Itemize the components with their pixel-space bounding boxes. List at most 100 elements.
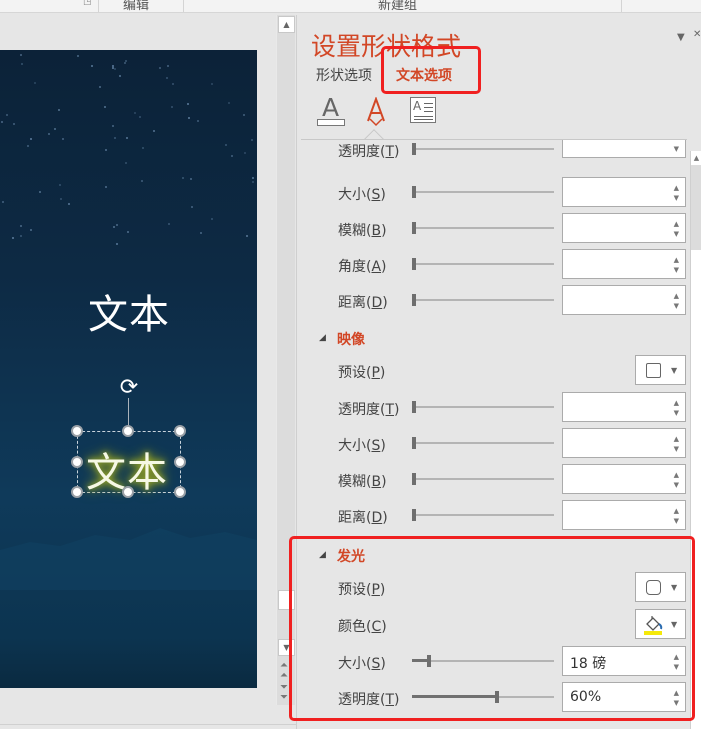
ribbon-separator [98, 0, 99, 12]
slide-canvas[interactable]: 文本 ⟳ 文本 [0, 50, 257, 688]
star-decoration [54, 128, 56, 130]
star-decoration [119, 75, 121, 77]
shadow-angle-input[interactable]: ▲ ▼ [562, 249, 686, 279]
star-decoration [191, 206, 193, 208]
reflection-blur-label: 模糊(B) [338, 474, 387, 490]
star-decoration [188, 117, 190, 119]
star-decoration [159, 67, 161, 69]
ribbon-group-new: 新建组 [378, 0, 418, 13]
star-decoration [126, 137, 128, 139]
star-decoration [168, 223, 170, 225]
resize-handle-top[interactable] [122, 425, 134, 437]
star-decoration [231, 155, 233, 157]
format-shape-pane: 设置形状格式 ▼ ✕ 形状选项 文本选项 A A ▲ 透明度(T) ▼ 大小(S… [289, 15, 701, 729]
reflection-blur-slider[interactable] [412, 473, 554, 485]
star-decoration [244, 152, 246, 154]
resize-handle-bottom[interactable] [122, 486, 134, 498]
star-decoration [34, 82, 36, 84]
shadow-size-input[interactable]: ▲ ▼ [562, 177, 686, 207]
scroll-up-button[interactable]: ▲ [278, 16, 295, 33]
star-decoration [1, 121, 3, 123]
star-decoration [114, 68, 116, 70]
reflection-preset-label: 预设(P) [338, 365, 386, 381]
reflection-blur-input[interactable]: ▲ ▼ [562, 464, 686, 494]
star-decoration [125, 162, 127, 164]
star-decoration [105, 149, 107, 151]
shadow-distance-row: 距离(D) ▲ ▼ [297, 285, 701, 315]
star-decoration [13, 123, 15, 125]
star-decoration [105, 186, 107, 188]
reflection-preset-dropdown[interactable]: ▼ [635, 355, 686, 385]
star-decoration [167, 65, 169, 67]
star-decoration [134, 112, 136, 114]
shadow-angle-slider[interactable] [412, 258, 554, 270]
slide-text-plain[interactable]: 文本 [88, 282, 170, 340]
resize-handle-bottom-right[interactable] [174, 486, 186, 498]
mountain-silhouette [0, 528, 257, 590]
star-decoration [187, 103, 189, 105]
shadow-distance-slider[interactable] [412, 294, 554, 306]
shadow-transparency-row: 透明度(T) ▼ [297, 140, 701, 164]
text-effects-icon[interactable] [365, 96, 387, 127]
pane-options-icon[interactable]: ▼ [677, 32, 685, 43]
star-decoration [6, 114, 8, 116]
resize-handle-left[interactable] [71, 456, 83, 468]
star-decoration [251, 139, 253, 141]
reflection-size-label: 大小(S) [338, 438, 386, 454]
shadow-blur-input[interactable]: ▲ ▼ [562, 213, 686, 243]
text-fill-outline-icon[interactable]: A [317, 93, 345, 127]
shadow-blur-label: 模糊(B) [338, 223, 387, 239]
reflection-transparency-row: 透明度(T) ▲ ▼ [297, 392, 701, 422]
reflection-blur-row: 模糊(B) ▲ ▼ [297, 464, 701, 494]
shadow-transparency-input[interactable]: ▼ [562, 140, 686, 158]
reflection-transparency-slider[interactable] [412, 401, 554, 413]
annotation-highlight-glow [289, 536, 695, 721]
star-decoration [243, 114, 245, 116]
shadow-blur-slider[interactable] [412, 222, 554, 234]
shadow-size-row: 大小(S) ▲ ▼ [297, 177, 701, 207]
reflection-size-slider[interactable] [412, 437, 554, 449]
reflection-transparency-input[interactable]: ▲ ▼ [562, 392, 686, 422]
star-decoration [113, 226, 115, 228]
star-decoration [104, 106, 106, 108]
shadow-transparency-slider[interactable] [412, 143, 554, 155]
star-decoration [20, 225, 22, 227]
ribbon-strip: ◳ 编辑 新建组 [0, 0, 701, 13]
annotation-highlight-tab [381, 46, 481, 94]
star-decoration [153, 130, 155, 132]
next-slide-icon[interactable]: ⏷ ⏷ [280, 683, 288, 703]
star-decoration [124, 62, 126, 64]
reflection-section-header[interactable]: ◢ 映像 [297, 327, 701, 351]
star-decoration [39, 191, 41, 193]
previous-slide-icon[interactable]: ⏶ ⏶ [280, 661, 288, 681]
collapse-triangle-icon[interactable]: ◢ [319, 333, 326, 343]
ribbon-separator [183, 0, 184, 12]
star-decoration [91, 65, 93, 67]
reflection-size-row: 大小(S) ▲ ▼ [297, 428, 701, 458]
star-decoration [211, 218, 213, 220]
star-decoration [246, 235, 248, 237]
shadow-size-slider[interactable] [412, 186, 554, 198]
star-decoration [30, 138, 32, 140]
resize-handle-right[interactable] [174, 456, 186, 468]
reflection-distance-input[interactable]: ▲ ▼ [562, 500, 686, 530]
resize-handle-bottom-left[interactable] [71, 486, 83, 498]
shadow-distance-input[interactable]: ▲ ▼ [562, 285, 686, 315]
tab-shape-options[interactable]: 形状选项 [316, 65, 372, 85]
star-decoration [60, 198, 62, 200]
resize-handle-top-left[interactable] [71, 425, 83, 437]
reflection-distance-slider[interactable] [412, 509, 554, 521]
resize-handle-top-right[interactable] [174, 425, 186, 437]
shadow-angle-label: 角度(A) [338, 259, 387, 275]
pane-close-icon[interactable]: ✕ [693, 29, 701, 40]
star-decoration [68, 203, 70, 205]
rotate-handle-icon[interactable]: ⟳ [116, 375, 142, 401]
reflection-distance-label: 距离(D) [338, 510, 388, 526]
star-decoration [59, 184, 61, 186]
reflection-preset-row: 预设(P) ▼ [297, 355, 701, 385]
dialog-launcher-icon[interactable]: ◳ [83, 0, 92, 7]
star-decoration [20, 54, 22, 56]
reflection-size-input[interactable]: ▲ ▼ [562, 428, 686, 458]
reflection-section-title: 映像 [337, 332, 365, 348]
textbox-layout-icon[interactable]: A [410, 97, 436, 123]
